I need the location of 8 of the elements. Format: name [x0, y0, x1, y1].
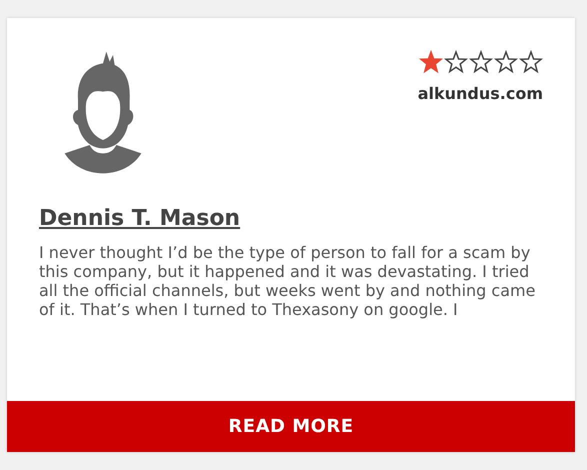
- empty-star-icon: [469, 50, 493, 74]
- empty-star-icon: [519, 50, 543, 74]
- filled-star-icon: [419, 50, 443, 74]
- source-site: alkundus.com: [418, 84, 543, 103]
- read-more-button[interactable]: READ MORE: [7, 401, 575, 452]
- author-link[interactable]: Dennis T. Mason: [39, 206, 240, 231]
- review-text: I never thought I’d be the type of person to fall for a scam by this company, but it happened and it was devastating. I tried all the official channels, but weeks went by and nothing came of it. That’s when I turned to Thexasony on google. I: [39, 243, 536, 321]
- empty-star-icon: [494, 50, 518, 74]
